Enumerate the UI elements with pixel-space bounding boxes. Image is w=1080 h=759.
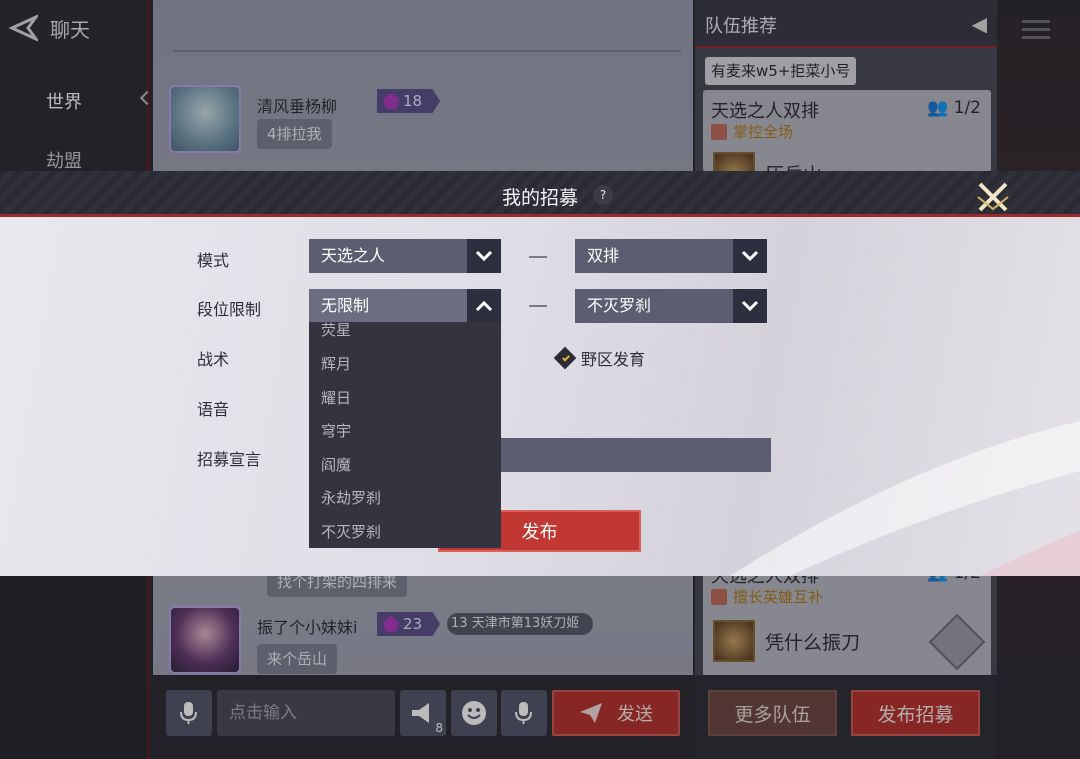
modal-title: 我的招募 [501,187,578,209]
rank-limit-label: 段位限制 [197,300,262,319]
range-dash [529,305,547,307]
voice-label: 语音 [197,400,230,419]
rank-option[interactable]: 不灭罗刹 [321,521,381,542]
mode-sub-select[interactable]: 双排 [575,239,767,273]
rank-max-select[interactable]: 不灭罗刹 [575,289,767,323]
chevron-down-icon[interactable] [733,289,767,323]
rank-option[interactable]: 永劫罗刹 [321,487,381,508]
rank-option[interactable]: 穹宇 [321,420,351,441]
tactic-option-jungle[interactable]: 野区发育 [553,346,646,370]
rank-max-select-value: 不灭罗刹 [587,296,652,315]
rank-option[interactable]: 辉月 [321,353,351,374]
close-icon[interactable] [975,179,1011,215]
rank-option[interactable]: 阎魔 [321,454,351,475]
mode-select-value: 天选之人 [321,246,386,265]
tactic-option-label: 野区发育 [581,350,646,369]
rank-min-select-value: 无限制 [321,296,370,315]
chevron-down-icon[interactable] [467,239,501,273]
modal-header: 我的招募 ? [0,171,1080,217]
mode-sub-select-value: 双排 [587,246,620,265]
rank-option[interactable]: 荧星 [321,322,351,340]
rank-min-select[interactable]: 无限制 [309,289,501,323]
help-icon[interactable]: ? [593,185,613,205]
declaration-label: 招募宣言 [197,450,262,469]
tactic-label: 战术 [197,350,230,369]
rank-option[interactable]: 耀日 [321,387,351,408]
rank-dropdown-list: 荧星 辉月 耀日 穹宇 阎魔 永劫罗刹 不灭罗刹 [309,322,501,548]
range-dash [529,256,547,258]
mode-select[interactable]: 天选之人 [309,239,501,273]
mode-label: 模式 [197,251,230,270]
chevron-up-icon[interactable] [467,289,501,323]
checkbox-checked-icon [553,346,577,370]
chevron-down-icon[interactable] [733,239,767,273]
declaration-input[interactable] [490,438,771,472]
decorative-brushstroke [730,421,1080,576]
